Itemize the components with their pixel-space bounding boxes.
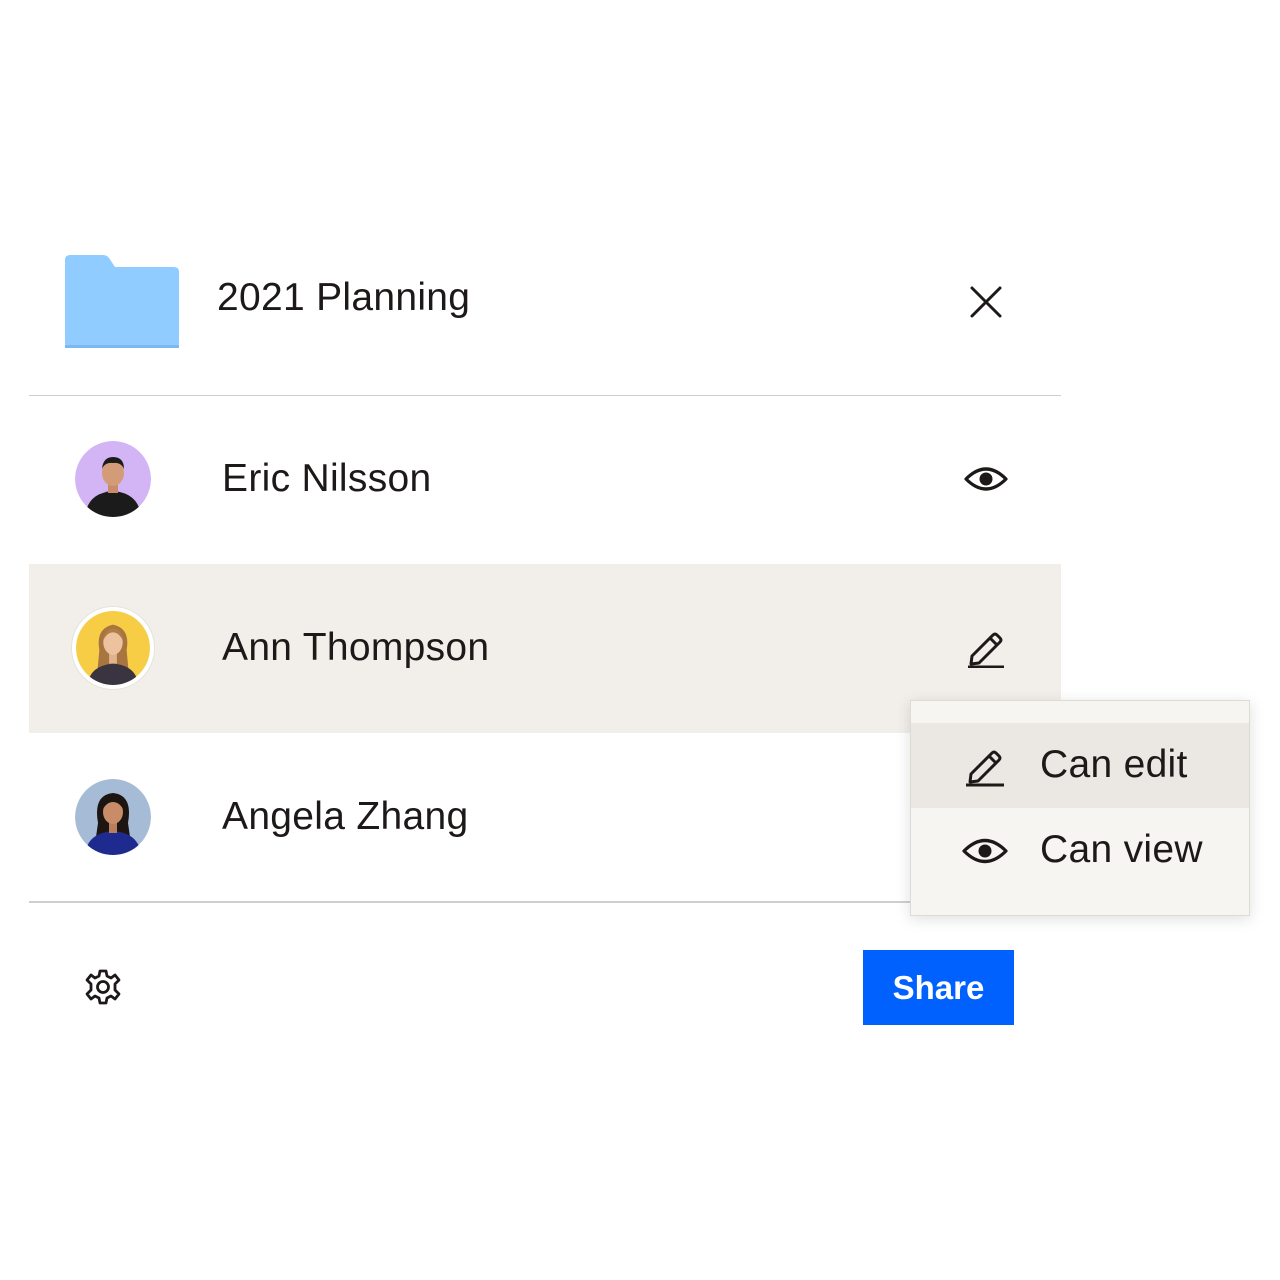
share-dialog: 2021 Planning Eric Nilsson Ann Thompson …: [29, 230, 1061, 1025]
dialog-header: 2021 Planning: [29, 230, 1061, 396]
menu-item-label: Can view: [1040, 828, 1203, 871]
member-name: Eric Nilsson: [222, 457, 432, 500]
permission-menu: Can edit Can view: [910, 700, 1250, 916]
share-button[interactable]: Share: [863, 950, 1014, 1025]
member-name: Ann Thompson: [222, 626, 490, 669]
member-row-ann-thompson[interactable]: Ann Thompson: [29, 564, 1061, 733]
gear-icon[interactable]: [84, 968, 122, 1006]
eye-icon[interactable]: [962, 459, 1010, 499]
member-name: Angela Zhang: [222, 795, 469, 838]
avatar: [72, 607, 154, 689]
menu-item-can-edit[interactable]: Can edit: [911, 723, 1249, 808]
pencil-icon: [966, 750, 1004, 787]
eye-icon: [962, 838, 1008, 864]
pencil-icon[interactable]: [962, 628, 1010, 668]
member-row-eric-nilsson[interactable]: Eric Nilsson: [29, 395, 1061, 564]
divider: [29, 901, 1061, 903]
menu-item-label: Can edit: [1040, 743, 1188, 786]
menu-item-can-view[interactable]: Can view: [911, 808, 1249, 893]
folder-title: 2021 Planning: [217, 276, 471, 319]
avatar: [75, 779, 151, 855]
folder-icon: [65, 255, 179, 348]
avatar: [75, 441, 151, 517]
member-row-angela-zhang[interactable]: Angela Zhang: [29, 733, 1061, 902]
close-icon[interactable]: [968, 284, 1004, 320]
